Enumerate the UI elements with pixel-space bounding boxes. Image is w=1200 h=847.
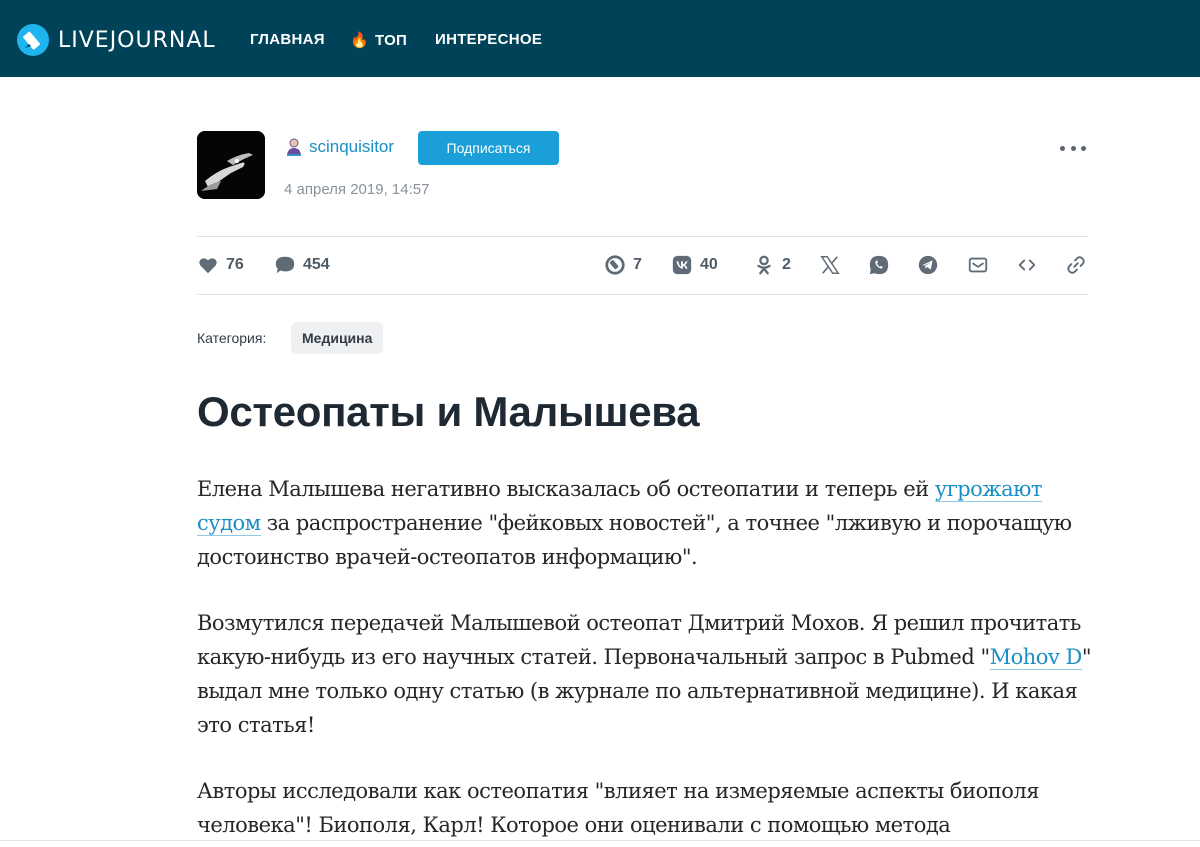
link-icon[interactable] (1065, 254, 1087, 276)
paragraph-2-text-start: Возмутился передачей Малышевой остеопат … (197, 611, 1081, 669)
nav-home[interactable]: ГЛАВНАЯ (250, 31, 325, 48)
email-icon[interactable] (967, 254, 989, 276)
author-avatar[interactable] (197, 131, 265, 199)
heart-icon (199, 258, 217, 274)
likes-counter[interactable]: 76 (197, 254, 244, 276)
post-paragraph-2: Возмутился передачей Малышевой остеопат … (197, 606, 1097, 742)
avatar-image (197, 131, 265, 199)
livejournal-logo-icon (17, 24, 49, 56)
vk-share[interactable]: 40 (671, 254, 718, 276)
repost-icon (605, 255, 625, 275)
category-label: Категория: (197, 330, 267, 346)
comments-count: 454 (303, 256, 330, 273)
post-paragraph-1: Елена Малышева негативно высказалась об … (197, 472, 1097, 574)
paragraph-1-text-start: Елена Малышева негативно высказалась об … (197, 477, 935, 501)
category-tag[interactable]: Медицина (291, 322, 384, 354)
livejournal-share-count: 7 (633, 256, 642, 273)
telegram-icon[interactable] (917, 254, 939, 276)
paragraph-1-text-end: за распространение "фейковых новостей", … (197, 511, 1072, 569)
divider-bottom (197, 294, 1088, 295)
ok-share-count: 2 (782, 256, 791, 273)
likes-count: 76 (226, 256, 244, 273)
nav-interesting[interactable]: ИНТЕРЕСНОЕ (435, 31, 542, 48)
whatsapp-icon[interactable] (868, 254, 890, 276)
mohov-d-pubmed-link[interactable]: Mohov D (989, 645, 1082, 670)
subscribe-button[interactable]: Подписаться (418, 131, 559, 165)
comments-counter[interactable]: 454 (274, 254, 330, 276)
user-icon (287, 138, 301, 156)
vk-icon (672, 255, 692, 275)
author-name-link[interactable]: scinquisitor (309, 137, 394, 157)
nav-top-label: ТОП (374, 31, 408, 49)
embed-icon[interactable] (1016, 254, 1038, 276)
fire-icon: 🔥 (350, 32, 369, 49)
top-navigation-bar: LIVEJOURNAL ГЛАВНАЯ 🔥 ТОП ИНТЕРЕСНОЕ (0, 0, 1200, 77)
livejournal-logo[interactable]: LIVEJOURNAL (16, 23, 216, 57)
livejournal-share[interactable]: 7 (604, 254, 642, 276)
post-paragraph-3: Авторы исследовали как остеопатия "влияе… (197, 779, 1039, 837)
divider-top (197, 236, 1088, 237)
nav-home-label: ГЛАВНАЯ (250, 31, 325, 48)
nav-top[interactable]: 🔥 ТОП (350, 31, 408, 50)
logo-text: LIVEJOURNAL (58, 27, 216, 53)
x-icon[interactable] (819, 254, 841, 276)
post-date: 4 апреля 2019, 14:57 (284, 181, 430, 198)
ok-share[interactable]: 2 (753, 254, 791, 276)
odnoklassniki-icon (757, 255, 771, 275)
vk-share-count: 40 (700, 256, 718, 273)
page-bottom-border (0, 840, 1200, 841)
nav-interesting-label: ИНТЕРЕСНОЕ (435, 31, 543, 48)
more-options-icon[interactable] (1060, 138, 1086, 158)
post-title: Остеопаты и Малышева (197, 388, 700, 435)
comment-icon (275, 256, 295, 274)
